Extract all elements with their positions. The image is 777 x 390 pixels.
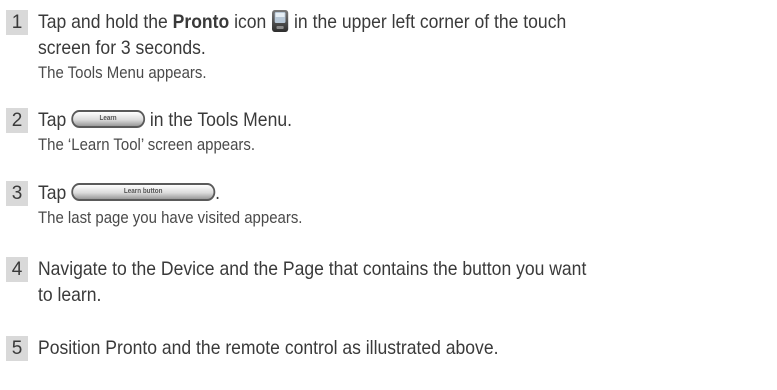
step-text-line2: screen for 3 seconds. [38, 37, 206, 59]
step-text-part: icon [229, 11, 272, 33]
step-result: The Tools Menu appears. [38, 63, 207, 82]
step-text-part: in the upper left corner of the touch [289, 11, 567, 33]
step-result: The ‘Learn Tool’ screen appears. [38, 135, 256, 154]
step-number: 5 [6, 336, 28, 361]
step-text: Navigate to the Device and the Page that… [38, 258, 587, 280]
step-text-part: Tap [38, 182, 72, 204]
step-text: Position Pronto and the remote control a… [38, 337, 499, 359]
step-text-part: . [215, 182, 221, 204]
step-number: 2 [6, 108, 28, 133]
instruction-document: 1 Tap and hold the Pronto icon in the up… [0, 0, 777, 390]
step-text: Tap Learn in the Tools Menu. [38, 108, 695, 133]
pronto-label: Pronto [172, 11, 230, 33]
step-number: 1 [6, 10, 28, 35]
step-text-part: in the Tools Menu. [144, 109, 292, 131]
step-text: Tap and hold the Pronto icon in the uppe… [38, 9, 695, 35]
step-number: 3 [6, 181, 28, 206]
step-text: Tap Learn button. [38, 181, 695, 206]
step-number: 4 [6, 257, 28, 282]
step-text-line2: to learn. [38, 284, 102, 306]
pronto-icon [271, 9, 289, 33]
step-text-part: Tap and hold the [38, 11, 173, 33]
step-text-part: Tap [38, 109, 72, 131]
learn-button: Learn [71, 109, 145, 128]
learn-button-button: Learn button [71, 182, 216, 201]
step-result: The last page you have visited appears. [38, 208, 303, 227]
